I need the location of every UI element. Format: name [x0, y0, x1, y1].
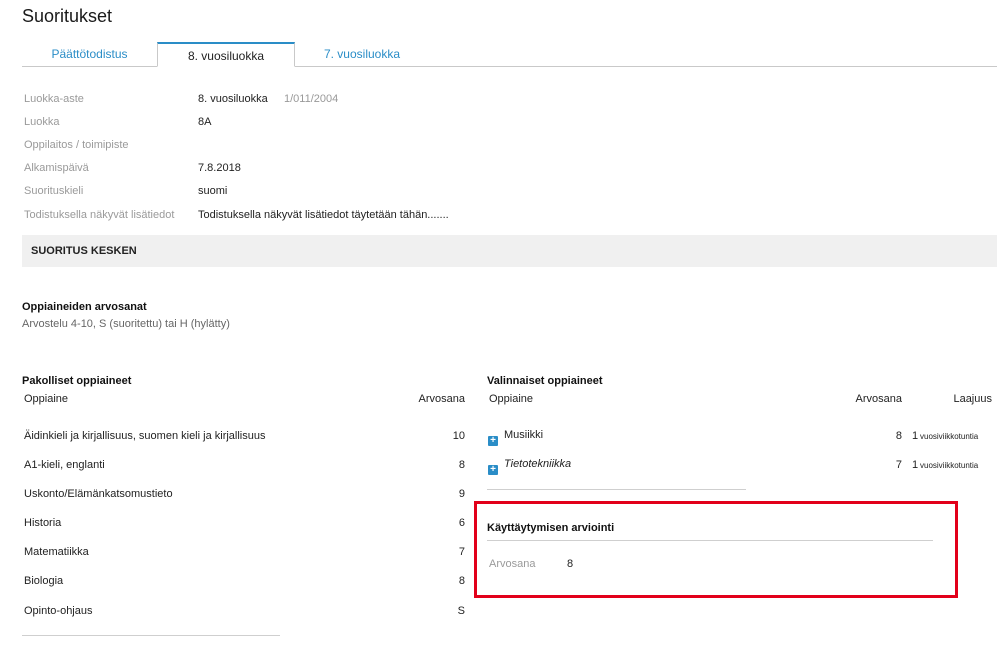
optional-col-scope: Laajuus	[953, 393, 992, 405]
mandatory-col-subject: Oppiaine	[24, 393, 69, 405]
tab-bar: Päättötodistus 8. vuosiluokka 7. vuosilu…	[22, 42, 997, 67]
mandatory-row-grade: S	[457, 605, 465, 617]
info-label-luokka-aste: Luokka-aste	[24, 93, 84, 105]
mandatory-row-subject: Matematiikka	[24, 546, 89, 558]
behavior-divider	[487, 540, 933, 541]
grades-title: Oppiaineiden arvosanat	[22, 301, 147, 313]
mandatory-row-grade: 8	[458, 459, 465, 471]
mandatory-row-grade: 6	[458, 517, 465, 529]
behavior-label: Arvosana	[489, 558, 536, 570]
info-extra-luokka-aste: 1/011/2004	[284, 93, 339, 105]
expand-plus-icon[interactable]: +	[488, 465, 498, 475]
optional-row-scope-num: 1	[912, 430, 919, 442]
tab-8-vuosiluokka[interactable]: 8. vuosiluokka	[157, 42, 295, 67]
mandatory-row-subject: Historia	[24, 517, 62, 529]
behavior-title: Käyttäytymisen arviointi	[487, 522, 615, 534]
optional-row-subject: Musiikki	[504, 429, 544, 441]
optional-row-subject: Tietotekniikka	[504, 458, 572, 470]
behavior-value: 8	[567, 558, 574, 570]
mandatory-row-grade: 7	[458, 546, 465, 558]
mandatory-divider	[22, 635, 280, 636]
mandatory-title: Pakolliset oppiaineet	[22, 375, 132, 387]
optional-row-scope-unit: vuosiviikkotuntia	[920, 432, 979, 441]
info-value-alkamispaiva: 7.8.2018	[198, 162, 241, 174]
info-value-lisatiedot: Todistuksella näkyvät lisätiedot täytetä…	[198, 209, 449, 221]
optional-row-scope-num: 1	[912, 459, 919, 471]
mandatory-row-subject: Opinto-ohjaus	[24, 605, 93, 617]
mandatory-row-subject: Äidinkieli ja kirjallisuus, suomen kieli…	[24, 430, 266, 442]
mandatory-row-grade: 9	[458, 488, 465, 500]
info-label-alkamispaiva: Alkamispäivä	[24, 162, 89, 174]
optional-row-expand[interactable]: +	[488, 430, 498, 448]
mandatory-row-subject: Uskonto/Elämänkatsomustieto	[24, 488, 173, 500]
optional-divider	[487, 489, 746, 490]
info-label-suorituskieli: Suorituskieli	[24, 185, 84, 197]
info-value-luokka: 8A	[198, 116, 212, 128]
info-label-lisatiedot: Todistuksella näkyvät lisätiedot	[24, 209, 175, 221]
status-label: SUORITUS KESKEN	[31, 245, 137, 257]
optional-row-scope-unit: vuosiviikkotuntia	[920, 461, 979, 470]
tab-7-vuosiluokka[interactable]: 7. vuosiluokka	[294, 42, 430, 66]
grades-subtitle: Arvostelu 4-10, S (suoritettu) tai H (hy…	[22, 318, 230, 330]
behavior-highlight-box	[474, 501, 958, 598]
status-banner: SUORITUS KESKEN	[22, 235, 997, 267]
optional-col-subject: Oppiaine	[489, 393, 534, 405]
optional-row-grade: 7	[895, 459, 902, 471]
optional-row-expand[interactable]: +	[488, 459, 498, 477]
info-label-luokka: Luokka	[24, 116, 60, 128]
optional-col-grade: Arvosana	[855, 393, 902, 405]
mandatory-row-grade: 10	[452, 430, 465, 442]
expand-plus-icon[interactable]: +	[488, 436, 498, 446]
info-label-oppilaitos: Oppilaitos / toimipiste	[24, 139, 129, 151]
tab-paattotodistus[interactable]: Päättötodistus	[22, 42, 157, 66]
mandatory-row-grade: 8	[458, 575, 465, 587]
optional-row-grade: 8	[895, 430, 902, 442]
page-title: Suoritukset	[22, 6, 113, 26]
info-value-luokka-aste: 8. vuosiluokka	[198, 93, 268, 105]
mandatory-row-subject: Biologia	[24, 575, 64, 587]
mandatory-row-subject: A1-kieli, englanti	[24, 459, 105, 471]
mandatory-col-grade: Arvosana	[418, 393, 465, 405]
info-value-suorituskieli: suomi	[198, 185, 228, 197]
optional-title: Valinnaiset oppiaineet	[487, 375, 603, 387]
